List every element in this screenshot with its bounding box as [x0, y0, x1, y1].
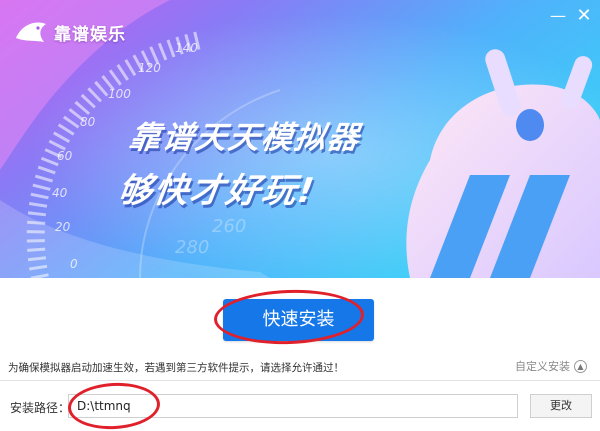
- install-path-label: 安装路径：: [10, 401, 71, 415]
- speedometer-tick-label: 0: [70, 257, 78, 271]
- notice-text: 为确保模拟器启动加速生效，若遇到第三方软件提示，请选择允许通过！: [8, 362, 344, 374]
- custom-install-label: 自定义安装: [515, 360, 570, 373]
- banner-headline: 靠谱天天模拟器 够快才好玩!: [115, 112, 364, 212]
- headline-line-1: 靠谱天天模拟器: [126, 120, 363, 156]
- speedometer-tick-label: 120: [138, 61, 161, 75]
- divider: [0, 380, 600, 381]
- install-path-input[interactable]: [68, 394, 518, 418]
- speedometer-tick-label: 140: [175, 41, 198, 55]
- speedometer-tick-label: 100: [108, 87, 131, 101]
- faint-speed-number: 260: [212, 216, 246, 237]
- hero-banner: 靠谱娱乐 — ✕ 140 120 100 80 60 40 20 0 260 280 靠谱天天模拟…: [0, 0, 600, 278]
- speedometer-tick-label: 60: [57, 149, 73, 163]
- speedometer-tick-label: 20: [55, 220, 71, 234]
- chevron-up-circle-icon: ▲: [574, 359, 587, 373]
- faint-speed-number: 280: [175, 237, 209, 258]
- change-path-button[interactable]: 更改: [530, 394, 592, 418]
- quick-install-button[interactable]: 快速安装: [223, 299, 374, 341]
- speedometer-tick-label: 80: [80, 115, 96, 129]
- headline-line-2: 够快才好玩!: [115, 171, 319, 211]
- speedometer-tick-label: 40: [52, 186, 68, 200]
- custom-install-link[interactable]: 自定义安装 ▲: [515, 358, 587, 374]
